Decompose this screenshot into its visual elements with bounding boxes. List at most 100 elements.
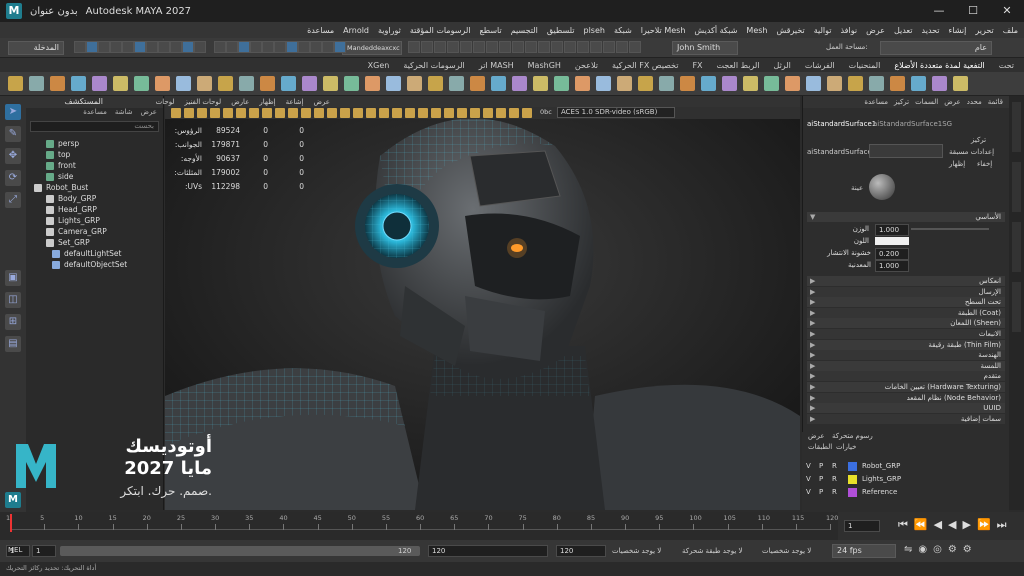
render-tool-icon[interactable] [499,41,511,53]
outliner-item[interactable]: defaultObjectSet [26,259,163,270]
shelf-tool-icon[interactable] [365,76,380,91]
menu-item-3[interactable]: تحديد [922,26,940,35]
viewport-tool-icon[interactable] [171,108,181,118]
move-tool-icon[interactable]: ✥ [5,148,21,164]
playback-toggle[interactable]: P [819,473,823,485]
no-character2-label[interactable]: لا يوجد شخصيات [762,547,811,555]
shelf-tab-11[interactable]: الرسومات الحركية [403,61,464,70]
outliner-item[interactable]: Robot_Bust [26,182,163,193]
viewport-tool-icon[interactable] [262,108,272,118]
outliner-item[interactable]: Camera_GRP [26,226,163,237]
shelf-tool-icon[interactable] [827,76,842,91]
outliner-search[interactable]: بحست [30,121,159,132]
shelf-tab-7[interactable]: تخصيص FX الحركية [612,61,678,70]
status-tool-icon[interactable] [214,41,226,53]
viewport-tool-icon[interactable] [236,108,246,118]
render-tool-icon[interactable] [590,41,602,53]
shelf-tool-icon[interactable] [449,76,464,91]
attr-section[interactable]: تحت السطح ▶ [807,297,1005,308]
status-tool-icon[interactable] [146,41,158,53]
viewport-tool-icon[interactable] [223,108,233,118]
visible-toggle[interactable]: V [806,460,811,472]
shelf-tool-icon[interactable] [302,76,317,91]
shelf-tool-icon[interactable] [134,76,149,91]
range-end3-field[interactable]: 120 [556,545,606,557]
shelf-tool-icon[interactable] [344,76,359,91]
layer-tab-display[interactable]: عرض [808,432,825,440]
outliner-menu-0[interactable]: عرض [140,108,157,119]
rotate-tool-icon[interactable]: ⟳ [5,170,21,186]
playhead[interactable] [10,514,12,532]
shelf-tool-icon[interactable] [176,76,191,91]
outliner-item[interactable]: top [26,149,163,160]
playback-toggle[interactable]: P [819,460,823,472]
layer-color-swatch[interactable] [848,462,857,471]
render-tool-icon[interactable] [486,41,498,53]
shelf-tool-icon[interactable] [323,76,338,91]
range-start2-field[interactable]: 1 [32,545,56,557]
mode-dropdown[interactable]: المدخلة [8,41,64,55]
shelf-tab-8[interactable]: تلاعحن [575,61,598,70]
attr-menu-4[interactable]: تركيز [894,98,909,106]
status-tool-icon[interactable] [322,41,334,53]
shelf-tool-icon[interactable] [386,76,401,91]
attr-section[interactable]: (Coat) الطبقة ▶ [807,307,1005,318]
layer-color-swatch[interactable] [848,488,857,497]
shelf-tool-icon[interactable] [596,76,611,91]
outliner-item[interactable]: side [26,171,163,182]
viewport-tool-icon[interactable] [457,108,467,118]
attr-section[interactable]: الهندسة ▶ [807,350,1005,361]
menu-item-17[interactable]: الرسومات المؤقتة [410,26,471,35]
menu-item-19[interactable]: Arnold [343,26,369,35]
shelf-tool-icon[interactable] [113,76,128,91]
menu-item-20[interactable]: مساعدة [307,26,334,35]
menu-item-15[interactable]: التجسيم [511,26,538,35]
viewport-tool-icon[interactable] [275,108,285,118]
viewport-tool-icon[interactable] [327,108,337,118]
attr-section[interactable]: انعكاس ▶ [807,276,1005,286]
render-tool-icon[interactable] [629,41,641,53]
weight-field[interactable]: 1.000 [875,224,909,236]
shelf-tool-icon[interactable] [533,76,548,91]
shelf-tool-icon[interactable] [701,76,716,91]
scale-tool-icon[interactable]: ⤢ [5,192,21,208]
outliner-item[interactable]: Head_GRP [26,204,163,215]
menu-item-8[interactable]: تخيرقش [776,26,804,35]
mel-label[interactable]: MEL [8,546,22,554]
layout-two-icon[interactable]: ◫ [5,292,21,308]
status-tool-icon[interactable] [262,41,274,53]
render-tool-icon[interactable] [421,41,433,53]
shelf-tool-icon[interactable] [512,76,527,91]
layer-tab-anim[interactable]: رسوم متحركة [832,432,873,440]
shelf-tool-icon[interactable] [617,76,632,91]
viewport-tool-icon[interactable] [314,108,324,118]
menu-item-18[interactable]: ثوراوية [378,26,401,35]
outliner-item[interactable]: Lights_GRP [26,215,163,226]
viewport-tool-icon[interactable] [509,108,519,118]
workspace-dropdown[interactable]: عام [880,41,992,55]
menu-item-10[interactable]: شبكة أكديش [694,26,737,35]
render-tool-icon[interactable] [551,41,563,53]
status-tool-icon[interactable] [158,41,170,53]
shelf-tool-icon[interactable] [491,76,506,91]
gamma-value[interactable]: 0bc [540,108,552,116]
shelf-tool-icon[interactable] [638,76,653,91]
reference-toggle[interactable]: R [832,473,837,485]
color-swatch[interactable] [875,237,909,245]
fps-dropdown[interactable]: 24 fps [832,544,896,558]
select-tool-icon[interactable]: ➤ [5,104,21,120]
attr-section[interactable]: (Node Behavior) نظام المقعد ▶ [807,392,1005,403]
shelf-tool-icon[interactable] [29,76,44,91]
viewport-tool-icon[interactable] [288,108,298,118]
viewport-tool-icon[interactable] [483,108,493,118]
shelf-tool-icon[interactable] [50,76,65,91]
shelf-tool-icon[interactable] [722,76,737,91]
color-management-dropdown[interactable]: ACES 1.0 SDR-video (sRGB) [557,107,675,118]
menu-item-11[interactable]: Mesh تلاحيرا [641,26,686,35]
status-tool-icon[interactable] [98,41,110,53]
status-tool-icon[interactable] [334,41,346,53]
status-tool-icon[interactable] [310,41,322,53]
menu-item-6[interactable]: نوافذ [840,26,857,35]
minimize-button[interactable]: — [922,0,956,22]
outliner-item[interactable]: persp [26,138,163,149]
